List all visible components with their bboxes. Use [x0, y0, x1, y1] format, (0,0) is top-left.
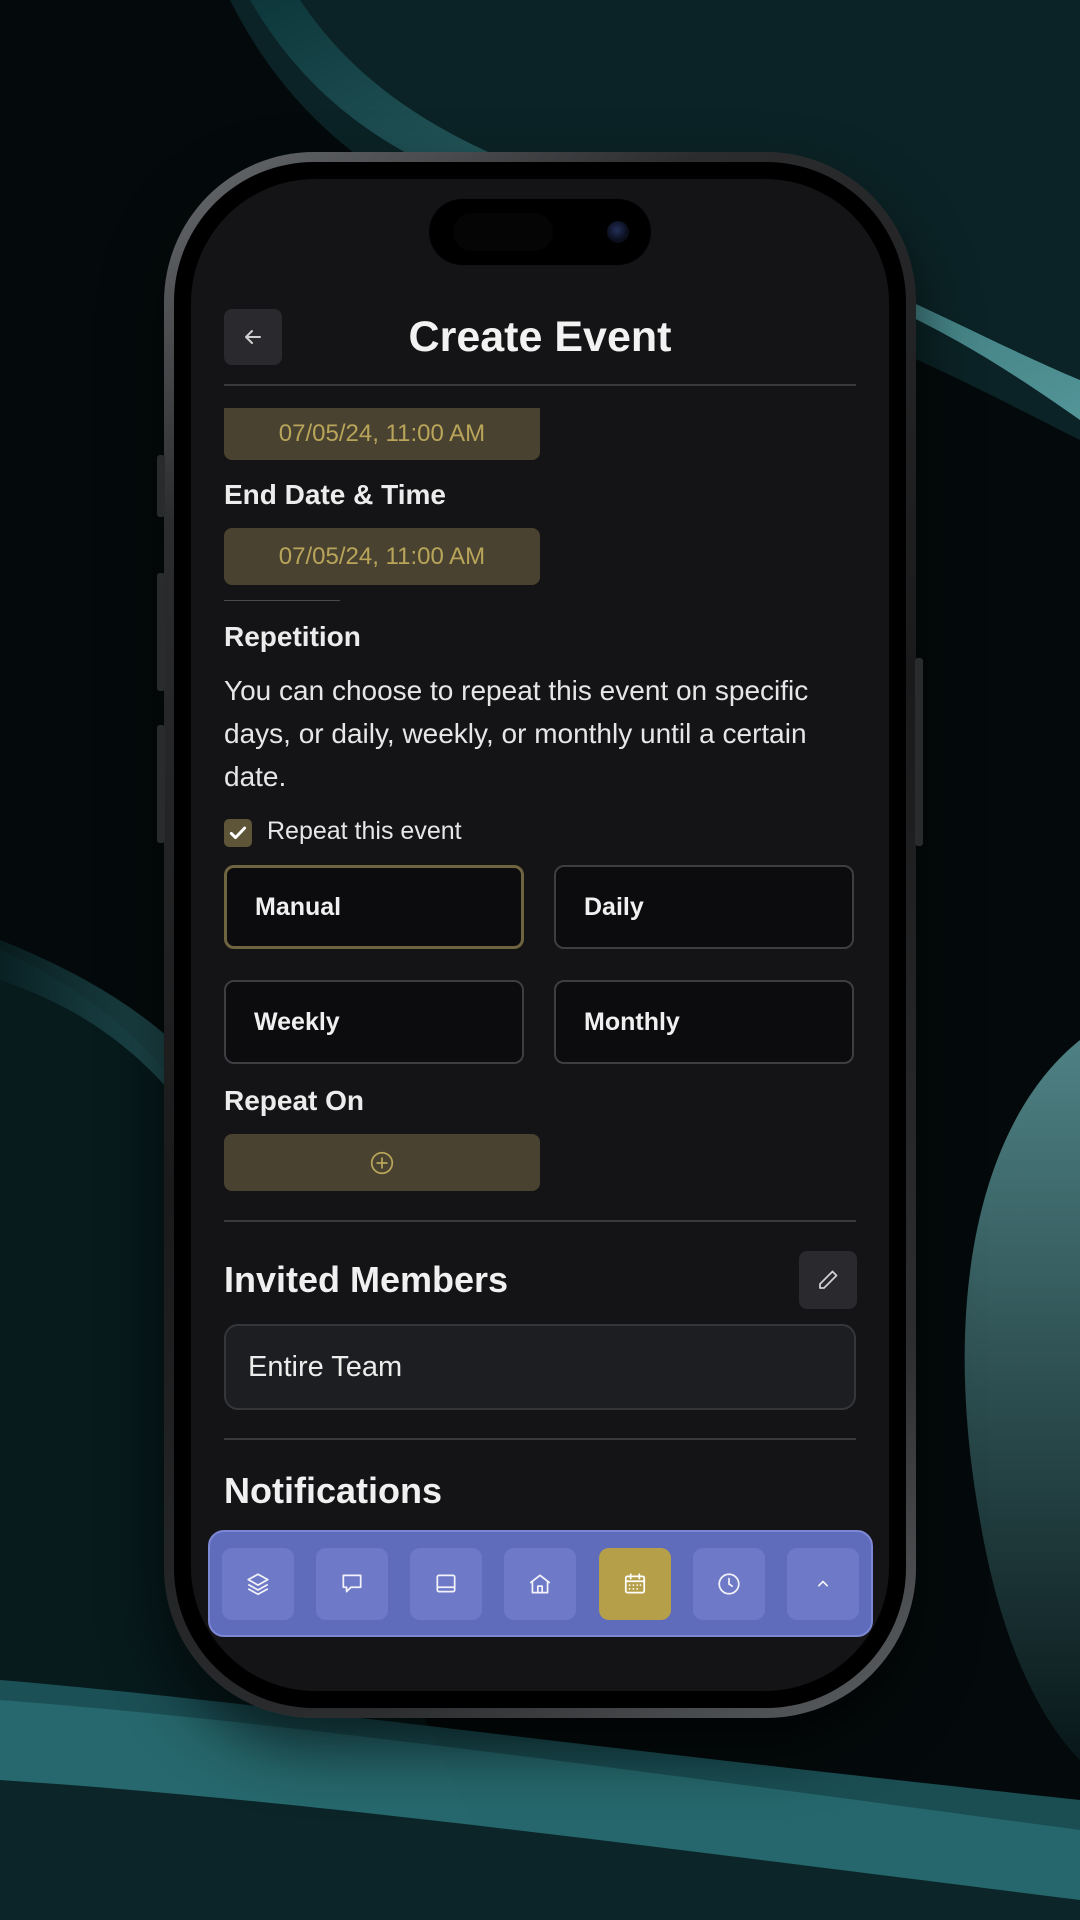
pencil-icon — [819, 1270, 838, 1289]
nav-calendar[interactable] — [598, 1547, 671, 1620]
repetition-description: You can choose to repeat this event on s… — [224, 675, 809, 792]
nav-clock[interactable] — [692, 1547, 765, 1620]
volume-up-button — [157, 573, 165, 691]
nav-home[interactable] — [504, 1547, 577, 1620]
plus-circle-icon — [370, 1151, 394, 1174]
short-divider — [224, 600, 340, 601]
volume-down-button — [157, 725, 165, 843]
nav-tablet[interactable] — [410, 1547, 483, 1620]
notifications-title: Notifications — [224, 1470, 443, 1511]
repeat-on-label: Repeat On — [224, 1085, 365, 1116]
repeat-checkbox-label: Repeat this event — [267, 817, 462, 845]
tablet-icon — [436, 1573, 456, 1592]
dynamic-island — [429, 199, 651, 265]
action-button — [157, 455, 165, 517]
header-divider — [224, 384, 856, 386]
end-date-label: End Date & Time — [224, 479, 446, 510]
end-date-button[interactable]: 07/05/24, 11:00 AM — [224, 528, 540, 585]
repeat-checkbox[interactable] — [224, 819, 252, 847]
home-icon — [530, 1573, 551, 1594]
power-button — [915, 658, 923, 846]
bottom-nav — [208, 1530, 873, 1637]
start-date-button[interactable]: 07/05/24, 11:00 AM — [224, 408, 540, 460]
checkmark-icon — [229, 826, 247, 840]
invited-members-title: Invited Members — [224, 1259, 509, 1300]
option-weekly[interactable]: Weekly — [224, 980, 524, 1064]
nav-chat[interactable] — [316, 1547, 389, 1620]
section-divider — [224, 1220, 856, 1222]
add-repeat-day-button[interactable] — [224, 1134, 540, 1191]
layers-icon — [247, 1572, 269, 1595]
chat-icon — [342, 1573, 362, 1592]
edit-members-button[interactable] — [799, 1251, 857, 1309]
app-screen: Create Event 07/05/24, 11:00 AM End Date… — [191, 179, 889, 1691]
nav-layers[interactable] — [222, 1547, 294, 1620]
clock-icon — [718, 1572, 740, 1595]
section-divider — [224, 1438, 856, 1440]
invited-members-field[interactable]: Entire Team — [224, 1324, 856, 1410]
nav-more[interactable] — [786, 1547, 859, 1620]
page-title: Create Event — [408, 313, 672, 361]
option-manual[interactable]: Manual — [224, 865, 524, 949]
chevron-up-icon — [817, 1580, 828, 1586]
option-monthly[interactable]: Monthly — [554, 980, 854, 1064]
calendar-icon — [624, 1572, 645, 1594]
repetition-label: Repetition — [224, 621, 361, 652]
camera-icon — [607, 221, 629, 243]
option-daily[interactable]: Daily — [554, 865, 854, 949]
